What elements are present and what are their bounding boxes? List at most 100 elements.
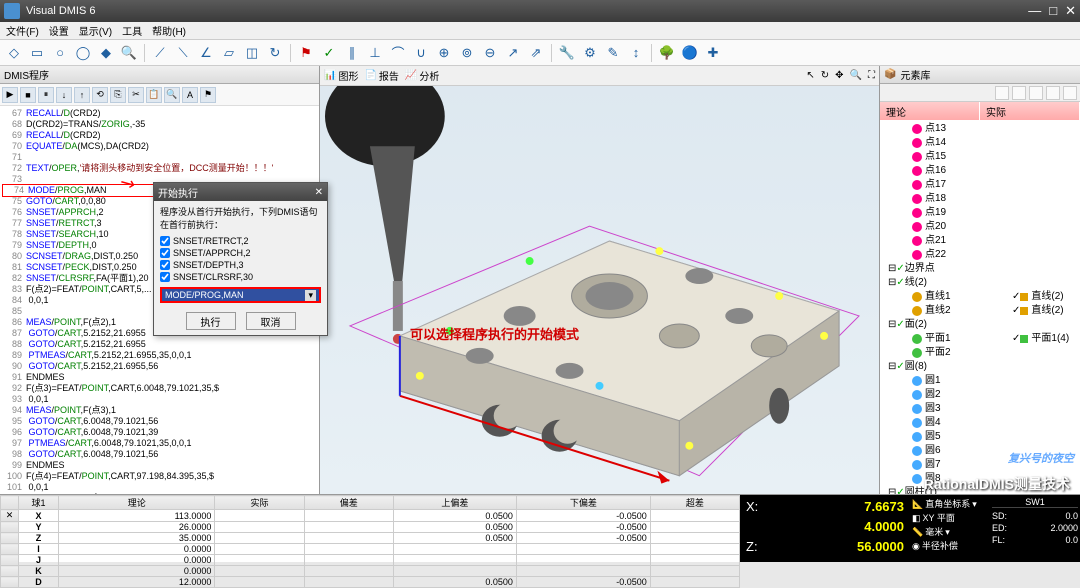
feat-btn-2[interactable]: [1012, 86, 1026, 100]
grid-row[interactable]: Z35.00000.0500-0.0500: [1, 533, 740, 544]
prog-btn-8[interactable]: ✂: [128, 87, 144, 103]
prog-btn-9[interactable]: 📋: [146, 87, 162, 103]
tree-feature-item[interactable]: 圆3: [882, 402, 1078, 416]
prog-btn-1[interactable]: ▶: [2, 87, 18, 103]
tool-conc-icon[interactable]: ⊚: [457, 43, 477, 63]
prog-btn-7[interactable]: ⎘: [110, 87, 126, 103]
prog-btn-6[interactable]: ⟲: [92, 87, 108, 103]
code-line[interactable]: 98 GOTO/CART,6.0048,79.1021,56: [2, 449, 317, 460]
code-line[interactable]: 68D(CRD2)=TRANS/ZORIG,-35: [2, 119, 317, 130]
tool-rotate-icon[interactable]: ↻: [265, 43, 285, 63]
view-pan-icon[interactable]: ✥: [835, 70, 843, 81]
code-line[interactable]: 88 GOTO/CART,5.2152,21.6955: [2, 339, 317, 350]
tree-feature-item[interactable]: 平面2: [882, 346, 1078, 360]
tool-flag-icon[interactable]: ⚑: [296, 43, 316, 63]
tab-analysis[interactable]: 📈 分析: [405, 68, 439, 83]
tool-union-icon[interactable]: ∪: [411, 43, 431, 63]
dialog-check-1[interactable]: [160, 248, 170, 258]
tool-zoom-icon[interactable]: 🔍: [119, 43, 139, 63]
tree-feature-item[interactable]: 圆4: [882, 416, 1078, 430]
tree-point-item[interactable]: 点19: [882, 206, 1078, 220]
tool-sphere-icon[interactable]: 🔵: [680, 43, 700, 63]
menu-file[interactable]: 文件(F): [6, 23, 39, 38]
tree-point-item[interactable]: 点15: [882, 150, 1078, 164]
code-line[interactable]: 70EQUATE/DA(MCS),DA(CRD2): [2, 141, 317, 152]
tree-feature-item[interactable]: 直线2✓直线(2): [882, 304, 1078, 318]
tool-probe2-icon[interactable]: ⚙: [580, 43, 600, 63]
tool-circle2-icon[interactable]: ◯: [73, 43, 93, 63]
menu-help[interactable]: 帮助(H): [152, 23, 186, 38]
code-line[interactable]: 97 PTMEAS/CART,6.0048,79.1021,35,0,0,1: [2, 438, 317, 449]
code-line[interactable]: 72TEXT/OPER,'请将测头移动到安全位置，DCC测量开始！！！': [2, 163, 317, 174]
view-cursor-icon[interactable]: ↖: [806, 70, 814, 81]
dialog-mode-combo[interactable]: MODE/PROG,MAN ▾: [160, 287, 321, 303]
dialog-cancel-button[interactable]: 取消: [246, 312, 296, 330]
tree-feature-item[interactable]: 圆5: [882, 430, 1078, 444]
tool-plane-icon[interactable]: ▱: [219, 43, 239, 63]
code-line[interactable]: 101 0,0,1: [2, 482, 317, 493]
prog-btn-11[interactable]: A: [182, 87, 198, 103]
menu-settings[interactable]: 设置: [49, 23, 69, 38]
tree-group[interactable]: ⊟ ✓ 线(2): [882, 276, 1078, 290]
tree-point-item[interactable]: 点22: [882, 248, 1078, 262]
coord-plane-label[interactable]: ◧ XY 平面: [912, 511, 988, 525]
prog-btn-10[interactable]: 🔍: [164, 87, 180, 103]
tool-grid-icon[interactable]: ◫: [242, 43, 262, 63]
tool-arc-icon[interactable]: ⌒: [388, 43, 408, 63]
code-line[interactable]: 95 GOTO/CART,6.0048,79.1021,56: [2, 416, 317, 427]
grid-row[interactable]: I0.0000: [1, 544, 740, 555]
tool-perp-icon[interactable]: ⊥: [365, 43, 385, 63]
feat-btn-4[interactable]: [1046, 86, 1060, 100]
code-line[interactable]: 69RECALL/D(CRD2): [2, 130, 317, 141]
tree-point-item[interactable]: 点14: [882, 136, 1078, 150]
minimize-button[interactable]: —: [1028, 3, 1041, 19]
tree-feature-item[interactable]: 圆2: [882, 388, 1078, 402]
code-line[interactable]: 100F(点4)=FEAT/POINT,CART,97.198,84.395,3…: [2, 471, 317, 482]
view-rotate-icon[interactable]: ↻: [821, 70, 829, 81]
tree-feature-item[interactable]: 圆1: [882, 374, 1078, 388]
grid-row[interactable]: ✕X113.00000.0500-0.0500: [1, 510, 740, 522]
dialog-check-2[interactable]: [160, 260, 170, 270]
code-line[interactable]: 94MEAS/POINT,F(点3),1: [2, 405, 317, 416]
code-line[interactable]: 67RECALL/D(CRD2): [2, 108, 317, 119]
prog-btn-5[interactable]: ↑: [74, 87, 90, 103]
menu-view[interactable]: 显示(V): [79, 23, 112, 38]
coord-comp-label[interactable]: ◉ 半径补偿: [912, 539, 988, 553]
tool-probe3-icon[interactable]: ✎: [603, 43, 623, 63]
grid-row[interactable]: K0.0000: [1, 566, 740, 577]
coord-unit-label[interactable]: 📏 毫米 ▾: [912, 525, 988, 539]
feat-btn-3[interactable]: [1029, 86, 1043, 100]
tree-point-item[interactable]: 点13: [882, 122, 1078, 136]
tool-runout-icon[interactable]: ↗: [503, 43, 523, 63]
tool-rect-icon[interactable]: ▭: [27, 43, 47, 63]
code-line[interactable]: 99ENDMES: [2, 460, 317, 471]
tool-shape1-icon[interactable]: ◇: [4, 43, 24, 63]
maximize-button[interactable]: □: [1049, 3, 1057, 19]
close-button[interactable]: ✕: [1065, 3, 1076, 19]
3d-viewport[interactable]: 可以选择程序执行的开始模式: [320, 86, 879, 494]
feat-btn-1[interactable]: [995, 86, 1009, 100]
feature-tree[interactable]: 点13点14点15点16点17点18点19点20点21点22⊟ ✓ 边界点⊟ ✓…: [880, 120, 1080, 494]
tool-tree-icon[interactable]: 🌳: [657, 43, 677, 63]
tree-point-item[interactable]: 点17: [882, 178, 1078, 192]
results-grid[interactable]: 球1理论实际偏差上偏差下偏差超差✕X113.00000.0500-0.0500Y…: [0, 495, 740, 562]
code-line[interactable]: 92F(点3)=FEAT/POINT,CART,6.0048,79.1021,3…: [2, 383, 317, 394]
prog-btn-3[interactable]: ⏸: [38, 87, 54, 103]
code-line[interactable]: 89 PTMEAS/CART,5.2152,21.6955,35,0,0,1: [2, 350, 317, 361]
tool-check-icon[interactable]: ✓: [319, 43, 339, 63]
dialog-check-0[interactable]: [160, 236, 170, 246]
code-line[interactable]: 71: [2, 152, 317, 163]
grid-row[interactable]: Y26.00000.0500-0.0500: [1, 522, 740, 533]
code-line[interactable]: 93 0,0,1: [2, 394, 317, 405]
tool-circle-icon[interactable]: ○: [50, 43, 70, 63]
tab-report[interactable]: 📄 报告: [364, 68, 398, 83]
prog-btn-12[interactable]: ⚑: [200, 87, 216, 103]
tree-point-item[interactable]: 点16: [882, 164, 1078, 178]
tool-colin-icon[interactable]: ⊖: [480, 43, 500, 63]
prog-btn-2[interactable]: ■: [20, 87, 36, 103]
tree-feature-item[interactable]: 平面1✓平面1(4): [882, 332, 1078, 346]
view-zoom-icon[interactable]: 🔍: [850, 70, 862, 81]
code-line[interactable]: 96 GOTO/CART,6.0048,79.1021,39: [2, 427, 317, 438]
dialog-execute-button[interactable]: 执行: [186, 312, 236, 330]
coord-system-label[interactable]: 📐 直角坐标系 ▾: [912, 497, 988, 511]
